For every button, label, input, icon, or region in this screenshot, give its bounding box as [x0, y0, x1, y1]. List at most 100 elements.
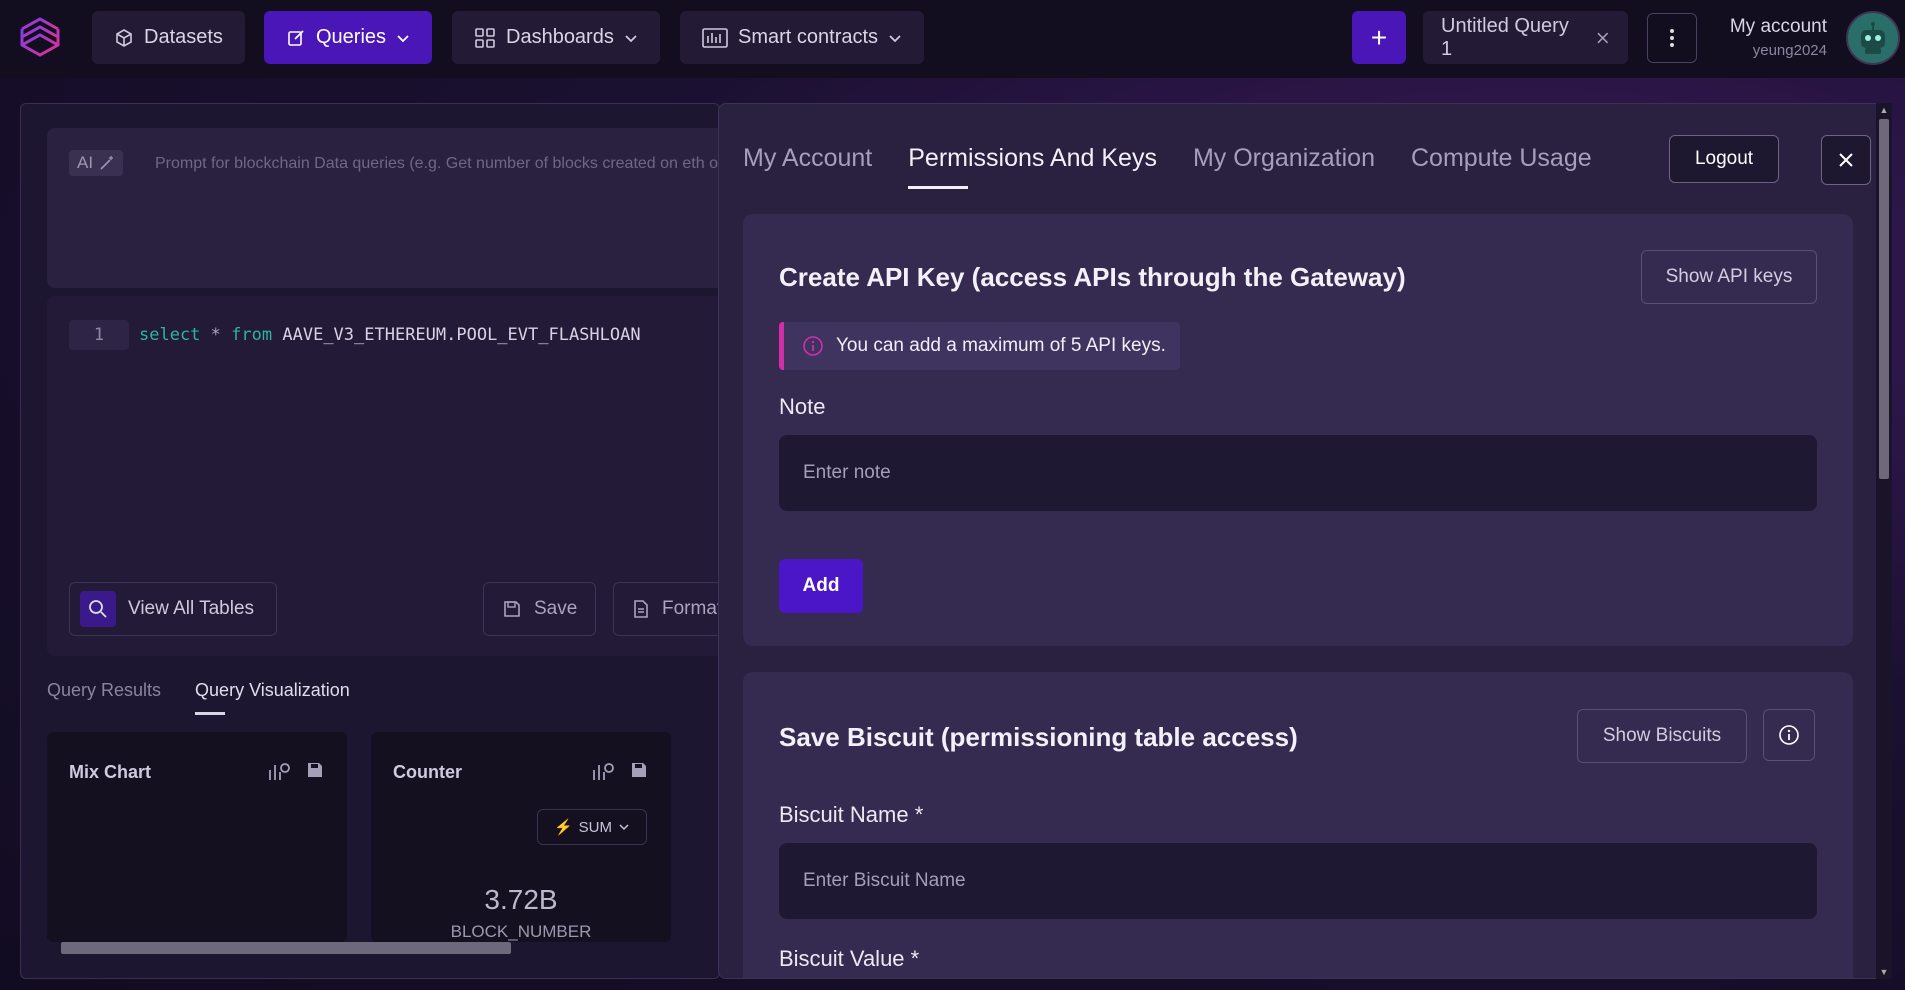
nav-smart-contracts-button[interactable]: Smart contracts	[680, 11, 925, 64]
note-label: Note	[779, 394, 826, 419]
card-tools	[267, 760, 325, 782]
close-icon[interactable]	[1596, 31, 1610, 45]
biscuit-value-label: Biscuit Value *	[779, 946, 920, 971]
close-modal-button[interactable]	[1821, 135, 1871, 185]
add-api-key-button[interactable]: Add	[779, 559, 863, 613]
format-label: Format	[662, 598, 723, 619]
save-icon[interactable]	[629, 760, 649, 780]
avatar[interactable]	[1846, 11, 1900, 65]
mix-chart-card[interactable]: Mix Chart	[47, 732, 347, 942]
chevron-down-icon	[397, 34, 409, 42]
chevron-down-icon	[889, 34, 901, 42]
account-username: yeung2024	[1752, 42, 1827, 59]
biscuit-info-button[interactable]	[1763, 709, 1815, 761]
section-title: Create API Key (access APIs through the …	[779, 262, 1406, 292]
new-query-button[interactable]: +	[1352, 11, 1406, 64]
tab-my-account[interactable]: My Account	[743, 144, 872, 189]
ai-chip-label: AI	[77, 153, 94, 172]
document-icon	[634, 600, 648, 618]
top-navbar: Datasets Queries Dashboards Smart contra…	[0, 0, 1905, 78]
show-api-keys-button[interactable]: Show API keys	[1641, 250, 1817, 304]
counter-label: BLOCK_NUMBER	[450, 922, 592, 941]
more-options-button[interactable]	[1647, 13, 1697, 63]
account-menu[interactable]: My account yeung2024	[1730, 16, 1827, 59]
card-title: Mix Chart	[69, 762, 152, 782]
tab-compute-usage[interactable]: Compute Usage	[1411, 144, 1592, 189]
save-icon	[504, 601, 520, 617]
view-all-tables-label: View All Tables	[128, 598, 255, 619]
ai-chip: AI	[69, 150, 124, 176]
nav-queries-button[interactable]: Queries	[264, 11, 433, 64]
chart-settings-icon[interactable]	[591, 760, 615, 782]
biscuit-name-placeholder: Enter Biscuit Name	[803, 870, 966, 891]
edit-icon	[288, 29, 304, 46]
scroll-down-icon[interactable]: ▼	[1879, 967, 1889, 977]
lightning-icon: ⚡	[553, 819, 573, 836]
query-tab-label: Untitled Query 1	[1441, 14, 1569, 60]
nav-dashboards-label: Dashboards	[506, 26, 614, 48]
save-button[interactable]: Save	[483, 582, 597, 636]
scrollbar-thumb[interactable]	[61, 942, 511, 954]
grid-icon	[475, 27, 495, 48]
create-api-key-section: Create API Key (access APIs through the …	[743, 214, 1853, 646]
notice-text: You can add a maximum of 5 API keys.	[836, 335, 1166, 356]
chevron-down-icon	[619, 824, 629, 831]
card-tools	[591, 760, 649, 782]
show-biscuits-button[interactable]: Show Biscuits	[1577, 709, 1747, 763]
horizontal-scrollbar[interactable]	[47, 940, 727, 954]
biscuit-name-label: Biscuit Name *	[779, 802, 924, 827]
query-editor-panel: AI Prompt for blockchain Data queries (e…	[20, 103, 747, 979]
scroll-up-icon[interactable]: ▲	[1879, 105, 1889, 115]
card-title: Counter	[393, 762, 462, 782]
kebab-menu-icon	[1670, 29, 1674, 47]
tab-permissions-and-keys[interactable]: Permissions And Keys	[908, 144, 1157, 189]
modal-vertical-scrollbar[interactable]: ▲ ▼	[1876, 103, 1892, 979]
save-label: Save	[534, 598, 578, 619]
code-keyword-from: from	[231, 325, 273, 345]
scrollbar-thumb[interactable]	[1879, 119, 1889, 479]
api-key-limit-notice: You can add a maximum of 5 API keys.	[779, 322, 1180, 370]
tab-query-visualization[interactable]: Query Visualization	[195, 680, 350, 715]
search-icon	[80, 591, 116, 627]
bar-chart-icon	[702, 27, 728, 48]
section-title: Save Biscuit (permissioning table access…	[779, 722, 1298, 752]
note-placeholder: Enter note	[803, 462, 891, 483]
logout-button[interactable]: Logout	[1669, 135, 1779, 183]
save-icon[interactable]	[305, 760, 325, 780]
code-table-name: AAVE_V3_ETHEREUM.POOL_EVT_FLASHLOAN	[282, 325, 641, 345]
info-icon	[1779, 725, 1799, 745]
ai-prompt-box[interactable]: AI Prompt for blockchain Data queries (e…	[47, 128, 747, 288]
chart-settings-icon[interactable]	[267, 760, 291, 782]
nav-dashboards-button[interactable]: Dashboards	[452, 11, 660, 64]
view-all-tables-button[interactable]: View All Tables	[69, 582, 277, 636]
info-icon	[803, 336, 823, 356]
ai-prompt-placeholder: Prompt for blockchain Data queries (e.g.…	[155, 155, 735, 172]
query-tab[interactable]: Untitled Query 1	[1423, 11, 1628, 64]
save-biscuit-section: Save Biscuit (permissioning table access…	[743, 672, 1853, 978]
app-logo[interactable]	[14, 11, 66, 63]
magic-wand-icon	[100, 156, 114, 170]
modal-tabs: My Account Permissions And Keys My Organ…	[743, 144, 1592, 189]
nav-datasets-label: Datasets	[144, 26, 223, 48]
aggregation-label: SUM	[578, 818, 613, 836]
account-label: My account	[1729, 16, 1827, 37]
code-operator: *	[210, 325, 221, 345]
nav-datasets-button[interactable]: Datasets	[92, 11, 245, 64]
robot-avatar-icon	[1861, 22, 1885, 54]
result-tabs: Query Results Query Visualization	[47, 680, 350, 715]
code-line[interactable]: select * from AAVE_V3_ETHEREUM.POOL_EVT_…	[139, 325, 641, 345]
counter-card[interactable]: Counter ⚡ SUM 3.72B BLOCK_NUMBER	[371, 732, 671, 942]
code-keyword-select: select	[139, 325, 201, 345]
sql-editor[interactable]: 1 select * from AAVE_V3_ETHEREUM.POOL_EV…	[47, 296, 747, 656]
tab-my-organization[interactable]: My Organization	[1193, 144, 1375, 189]
plus-icon: +	[1370, 21, 1388, 53]
chevron-down-icon	[625, 34, 637, 42]
counter-value: 3.72B	[484, 884, 558, 915]
nav-smart-contracts-label: Smart contracts	[738, 26, 879, 48]
biscuit-name-input[interactable]: Enter Biscuit Name	[779, 843, 1817, 919]
aggregation-select[interactable]: ⚡ SUM	[537, 809, 647, 845]
note-input[interactable]: Enter note	[779, 435, 1817, 511]
close-icon	[1839, 153, 1853, 167]
tab-query-results[interactable]: Query Results	[47, 680, 161, 715]
line-number: 1	[69, 320, 129, 350]
